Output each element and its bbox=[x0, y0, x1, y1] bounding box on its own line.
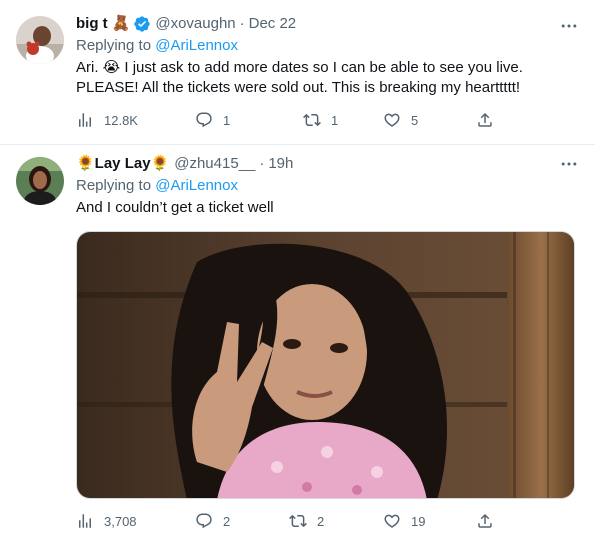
tweet-text: Ari. 😭 I just ask to add more dates so I… bbox=[76, 58, 583, 98]
retweet-button[interactable]: 1 bbox=[303, 111, 338, 129]
views-button[interactable]: 12.8K bbox=[76, 111, 138, 129]
reply-button[interactable]: 1 bbox=[195, 111, 230, 129]
views-count: 12.8K bbox=[104, 112, 138, 128]
heart-icon bbox=[384, 113, 400, 127]
like-count: 19 bbox=[411, 513, 426, 529]
display-name[interactable]: 🌻Lay Lay🌻 bbox=[76, 154, 169, 174]
share-upload-icon bbox=[478, 513, 492, 528]
views-button[interactable]: 3,708 bbox=[76, 512, 137, 530]
share-button[interactable] bbox=[476, 111, 504, 129]
mention-link[interactable]: @AriLennox bbox=[155, 37, 238, 54]
tweet-text: And I couldn’t get a ticket well bbox=[76, 198, 583, 218]
bar-chart-icon bbox=[79, 113, 91, 127]
like-button[interactable]: 19 bbox=[383, 512, 425, 530]
tweet-text-line: PLEASE! All the tickets were sold out. T… bbox=[76, 79, 521, 96]
retweet-button[interactable]: 2 bbox=[289, 512, 324, 530]
verified-badge-icon bbox=[133, 15, 151, 33]
handle[interactable]: @xovaughn bbox=[155, 14, 235, 34]
timestamp[interactable]: 19h bbox=[268, 154, 293, 174]
avatar[interactable] bbox=[16, 157, 64, 205]
speech-bubble-icon bbox=[196, 112, 212, 128]
like-button[interactable]: 5 bbox=[383, 111, 418, 129]
retweet-arrows-icon bbox=[303, 113, 321, 127]
reply-count: 2 bbox=[223, 513, 231, 529]
timestamp[interactable]: Dec 22 bbox=[249, 14, 297, 34]
replying-to: Replying to @AriLennox bbox=[76, 36, 583, 56]
reply-count: 1 bbox=[223, 112, 231, 128]
retweet-arrows-icon bbox=[289, 514, 307, 528]
replying-prefix: Replying to bbox=[76, 37, 156, 54]
display-name[interactable]: big t bbox=[76, 14, 108, 34]
replying-prefix: Replying to bbox=[76, 177, 156, 194]
tweet-text-line: Ari. 😭 I just ask to add more dates so I… bbox=[76, 59, 523, 76]
share-upload-icon bbox=[478, 112, 492, 127]
teddy-bear-emoji: 🧸 bbox=[111, 15, 131, 32]
tweet-header: big t 🧸 @xovaughn · Dec 22 bbox=[76, 14, 583, 34]
ellipsis-icon[interactable] bbox=[559, 16, 579, 36]
share-button[interactable] bbox=[476, 512, 504, 530]
tweet-xovaughn[interactable]: big t 🧸 @xovaughn · Dec 22 Replying to @… bbox=[0, 0, 595, 145]
speech-bubble-icon bbox=[196, 513, 212, 529]
retweet-count: 1 bbox=[331, 112, 339, 128]
replying-to: Replying to @AriLennox bbox=[76, 176, 583, 196]
heart-icon bbox=[384, 514, 400, 528]
retweet-count: 2 bbox=[317, 513, 325, 529]
reply-button[interactable]: 2 bbox=[195, 512, 230, 530]
avatar[interactable] bbox=[16, 16, 64, 64]
bar-chart-icon bbox=[79, 514, 91, 528]
ellipsis-icon[interactable] bbox=[559, 154, 579, 174]
mention-link[interactable]: @AriLennox bbox=[155, 177, 238, 194]
like-count: 5 bbox=[411, 112, 419, 128]
tweet-photo[interactable] bbox=[76, 231, 575, 499]
separator-dot: · bbox=[239, 15, 245, 32]
tweet-zhu415[interactable]: 🌻Lay Lay🌻 @zhu415__ · 19h Replying to @A… bbox=[0, 146, 595, 546]
tweet-text-line: And I couldn’t get a ticket well bbox=[76, 199, 274, 216]
tweet-header: 🌻Lay Lay🌻 @zhu415__ · 19h bbox=[76, 154, 583, 174]
separator-dot: · bbox=[259, 155, 265, 172]
handle[interactable]: @zhu415__ bbox=[174, 154, 255, 174]
views-count: 3,708 bbox=[104, 513, 137, 529]
